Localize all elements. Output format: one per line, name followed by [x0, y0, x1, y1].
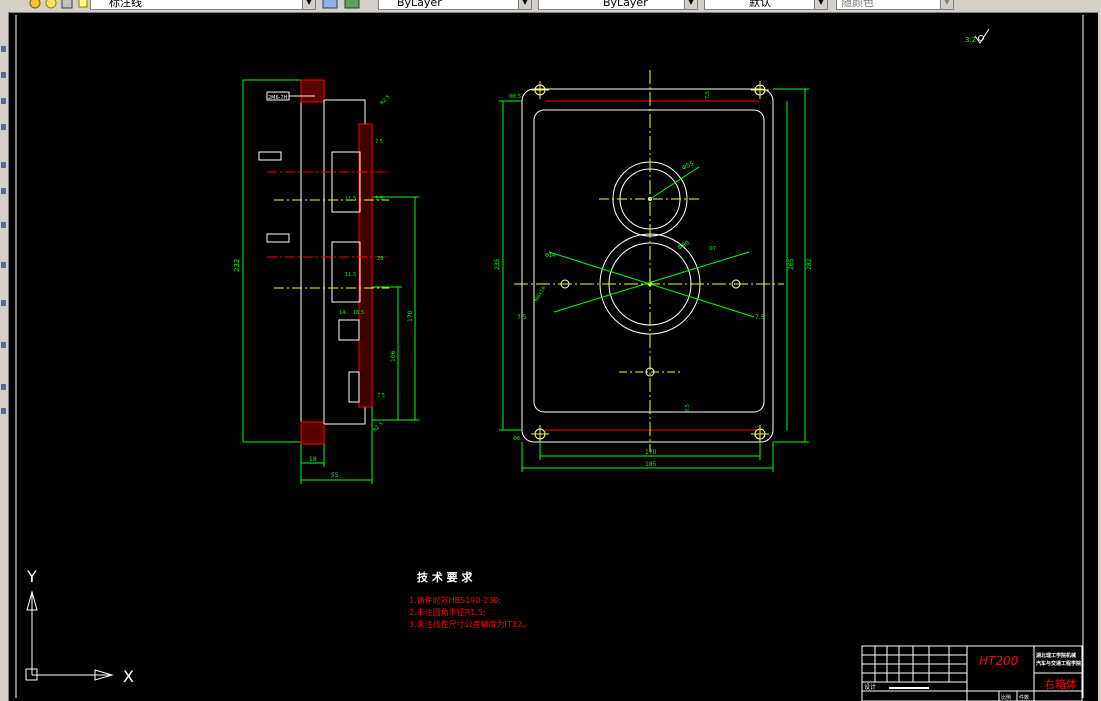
svg-text:7.5: 7.5	[375, 139, 383, 145]
tool-icon[interactable]	[1, 222, 6, 228]
layer-name: 标注线	[109, 0, 142, 9]
svg-text:16.5: 16.5	[353, 310, 364, 316]
chevron-down-icon[interactable]: ▼	[814, 0, 827, 9]
linetype-value: ByLayer	[603, 0, 648, 9]
svg-text:55: 55	[331, 472, 339, 479]
outer-outline	[521, 88, 774, 443]
svg-text:11.5: 11.5	[345, 272, 356, 278]
svg-text:170: 170	[407, 310, 414, 322]
chevron-down-icon[interactable]: ▼	[518, 0, 531, 9]
chevron-down-icon[interactable]: ▼	[684, 0, 697, 9]
svg-text:170: 170	[645, 449, 657, 456]
linetype-dropdown[interactable]: ByLayer ▼	[538, 0, 698, 10]
tool-icon[interactable]	[1, 98, 6, 104]
chevron-down-icon[interactable]: ▼	[940, 0, 953, 9]
svg-text:Φ55: Φ55	[681, 160, 695, 172]
tb-label-count: 件数	[1019, 694, 1029, 701]
tb-label-designer: 设计	[864, 683, 876, 691]
lineweight-value: 默认	[749, 0, 771, 9]
tool-icon[interactable]	[1, 262, 6, 268]
lineweight-dropdown[interactable]: 默认 ▼	[704, 0, 828, 10]
tb-material: HT200	[979, 654, 1019, 668]
tool-icon[interactable]	[1, 408, 6, 414]
sun-icon[interactable]	[44, 0, 58, 9]
svg-text:7.5: 7.5	[377, 393, 385, 399]
tool-icon[interactable]	[1, 124, 6, 130]
svg-text:7.5: 7.5	[685, 404, 691, 412]
svg-text:11.5: 11.5	[345, 196, 356, 202]
tb-school-1: 湖北理工学院机械	[1036, 652, 1076, 659]
svg-text:235: 235	[494, 258, 501, 270]
tb-part-name: 右箱体	[1044, 677, 1077, 691]
color-dropdown[interactable]: ByLayer ▼	[378, 0, 532, 10]
side-view: 232 2M6-7H 170 106 R2.5 7.5 7.5 28 11.5 …	[233, 79, 419, 484]
tech-req-item-1: 1.铸件时效HBS190-230;	[409, 595, 501, 605]
svg-text:Φ7: Φ7	[709, 246, 716, 252]
tb-label-scale: 比例	[1001, 694, 1011, 701]
ucs-icon: Y X	[25, 567, 134, 686]
svg-text:7.5: 7.5	[705, 91, 711, 99]
svg-text:M6x14: M6x14	[534, 285, 548, 303]
plotstyle-dropdown[interactable]: 随颜色 ▼	[836, 0, 954, 10]
svg-text:Φ14: Φ14	[545, 253, 555, 259]
hatch-top	[300, 79, 325, 103]
make-current-icon[interactable]	[322, 0, 338, 9]
ucs-y-label: Y	[26, 567, 37, 586]
layer-state-icon[interactable]	[28, 0, 42, 9]
plotstyle-value: 随颜色	[841, 0, 874, 9]
inner-outline	[533, 109, 765, 413]
svg-text:7.5: 7.5	[517, 314, 527, 321]
lock-icon[interactable]	[60, 0, 74, 9]
svg-text:7.5: 7.5	[755, 314, 765, 321]
tb-school-2: 汽车与交通工程学院	[1036, 660, 1081, 667]
drawing-canvas[interactable]: 3.2 232 2M6-7H 170 106 R2.5 7.5 7.5 28 1…	[9, 12, 1098, 701]
tech-req-item-3: 3.未注线性尺寸公差精度为IT12。	[409, 619, 530, 629]
color-value: ByLayer	[397, 0, 442, 9]
svg-text:R2.5: R2.5	[379, 94, 391, 106]
svg-text:282: 282	[806, 258, 813, 270]
ucs-x-label: X	[123, 667, 134, 686]
draw-toolbar	[0, 12, 9, 701]
svg-text:28: 28	[377, 256, 383, 262]
title-block: 设计 HT200 湖北理工学院机械 汽车与交通工程学院 右箱体 比例 件数	[861, 645, 1083, 701]
tool-icon[interactable]	[1, 342, 6, 348]
technical-requirements: 技 术 要 求 1.铸件时效HBS190-230; 2.未注圆角半径R1.5; …	[409, 570, 530, 629]
svg-text:Φ8: Φ8	[513, 436, 520, 442]
svg-text:Φ80: Φ80	[677, 239, 691, 251]
svg-text:R2.5: R2.5	[372, 421, 384, 433]
svg-text:3.2: 3.2	[965, 36, 976, 44]
front-view: Φ55 Φ80 235 7.5 265 282 7.5 170 185 Φ8.5…	[494, 70, 813, 472]
tool-icon[interactable]	[1, 162, 6, 168]
svg-text:7.5: 7.5	[375, 196, 383, 202]
svg-text:Φ8.5: Φ8.5	[509, 94, 521, 100]
tool-icon[interactable]	[1, 72, 6, 78]
tool-icon[interactable]	[1, 46, 6, 52]
tech-req-item-2: 2.未注圆角半径R1.5;	[409, 607, 486, 617]
layer-dropdown[interactable]: 标注线 ▼	[90, 0, 316, 10]
hatch-wall	[358, 123, 373, 408]
tool-icon[interactable]	[1, 300, 6, 306]
tool-icon[interactable]	[1, 188, 6, 194]
tech-req-title: 技 术 要 求	[417, 570, 473, 584]
tool-icon[interactable]	[1, 384, 6, 390]
svg-text:2M6-7H: 2M6-7H	[268, 95, 288, 101]
svg-text:185: 185	[645, 461, 657, 468]
chevron-down-icon[interactable]: ▼	[302, 0, 315, 9]
hatch-bottom	[300, 421, 325, 445]
svg-text:18: 18	[309, 456, 317, 463]
bulb-icon[interactable]	[76, 0, 90, 9]
svg-text:106: 106	[390, 350, 397, 362]
layer-previous-icon[interactable]	[344, 0, 360, 9]
svg-text:265: 265	[788, 258, 795, 270]
dim-total-height: 232	[233, 259, 241, 272]
roughness-symbol: 3.2	[965, 28, 990, 44]
svg-text:14: 14	[339, 310, 345, 316]
